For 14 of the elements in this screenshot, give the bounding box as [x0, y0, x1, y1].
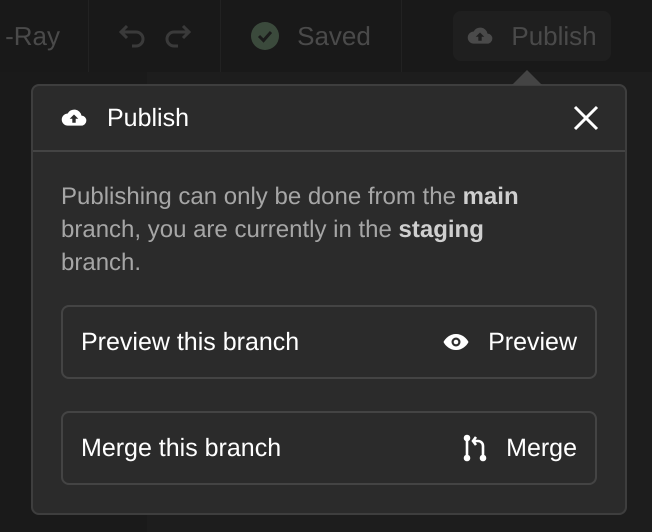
undo-icon[interactable]: [118, 23, 146, 49]
action-label: Preview this branch: [81, 328, 300, 356]
redo-icon[interactable]: [164, 23, 192, 49]
check-circle-icon: [251, 22, 280, 50]
preview-button[interactable]: Preview: [442, 328, 577, 356]
cloud-upload-icon: [61, 108, 87, 128]
action-label: Merge this branch: [81, 434, 282, 462]
eye-icon: [442, 332, 470, 352]
popover-title: Publish: [107, 104, 190, 132]
branch-message: Publishing can only be done from the main branch, you are currently in the staging branch.: [61, 182, 520, 278]
cloud-upload-icon: [467, 26, 494, 46]
merge-button[interactable]: Merge: [462, 434, 577, 462]
close-button[interactable]: [573, 105, 599, 131]
merge-icon: [462, 434, 488, 462]
